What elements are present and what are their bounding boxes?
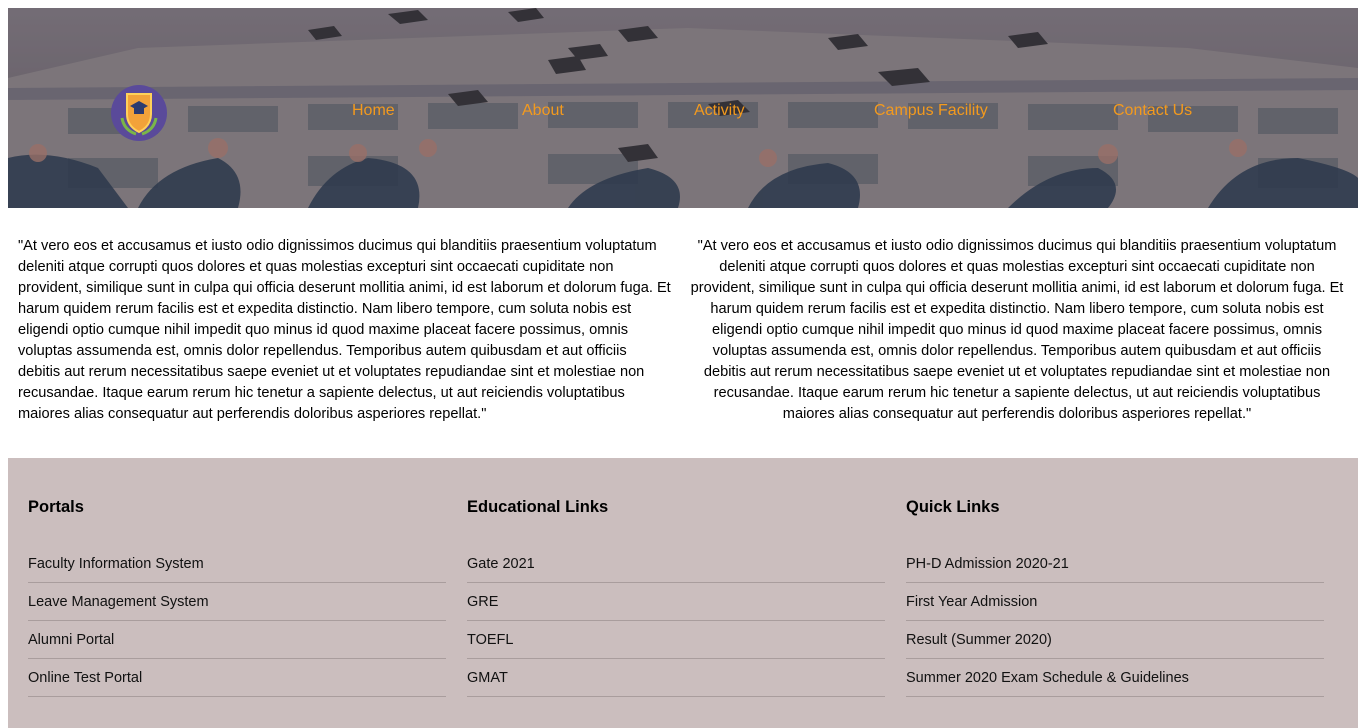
list-item: Gate 2021	[467, 546, 885, 583]
list-item: GMAT	[467, 660, 885, 697]
list-item: Faculty Information System	[28, 546, 446, 583]
footer-links-list: PH-D Admission 2020-21 First Year Admiss…	[906, 546, 1324, 698]
nav-link-campus-facility[interactable]: Campus Facility	[874, 102, 988, 120]
footer-link[interactable]: Leave Management System	[28, 584, 446, 610]
footer-link[interactable]: TOEFL	[467, 622, 885, 648]
footer-link[interactable]: Gate 2021	[467, 546, 885, 572]
list-item: Alumni Portal	[28, 622, 446, 659]
footer-heading-quick-links: Quick Links	[906, 498, 1000, 516]
hero-banner: Home About Activity Campus Facility Cont…	[8, 8, 1358, 208]
list-item: Online Test Portal	[28, 660, 446, 697]
content-paragraph-right: "At vero eos et accusamus et iusto odio …	[690, 238, 1344, 422]
footer-heading-portals: Portals	[28, 498, 84, 516]
footer-link[interactable]: GMAT	[467, 660, 885, 686]
list-item: Summer 2020 Exam Schedule & Guidelines	[906, 660, 1324, 697]
footer-link[interactable]: GRE	[467, 584, 885, 610]
nav-link-about[interactable]: About	[522, 102, 564, 120]
footer-link[interactable]: Faculty Information System	[28, 546, 446, 572]
footer-link[interactable]: Summer 2020 Exam Schedule & Guidelines	[906, 660, 1324, 686]
list-item: PH-D Admission 2020-21	[906, 546, 1324, 583]
footer-links-list: Gate 2021 GRE TOEFL GMAT	[467, 546, 885, 698]
list-item: First Year Admission	[906, 584, 1324, 621]
nav-link-contact-us[interactable]: Contact Us	[1113, 102, 1192, 120]
list-item: GRE	[467, 584, 885, 621]
graduation-cap-shield-logo-icon[interactable]	[110, 84, 168, 142]
footer-link[interactable]: PH-D Admission 2020-21	[906, 546, 1324, 572]
footer-heading-educational-links: Educational Links	[467, 498, 609, 516]
list-item: Leave Management System	[28, 584, 446, 621]
list-item: TOEFL	[467, 622, 885, 659]
site-footer: Portals Faculty Information System Leave…	[8, 458, 1358, 728]
footer-links-list: Faculty Information System Leave Managem…	[28, 546, 446, 698]
footer-link[interactable]: Alumni Portal	[28, 622, 446, 648]
content-paragraph-left: "At vero eos et accusamus et iusto odio …	[18, 238, 671, 422]
footer-link[interactable]: Result (Summer 2020)	[906, 622, 1324, 648]
list-item: Result (Summer 2020)	[906, 622, 1324, 659]
footer-link[interactable]: Online Test Portal	[28, 660, 446, 686]
nav-link-home[interactable]: Home	[352, 102, 395, 120]
footer-link[interactable]: First Year Admission	[906, 584, 1324, 610]
nav-link-activity[interactable]: Activity	[694, 102, 745, 120]
